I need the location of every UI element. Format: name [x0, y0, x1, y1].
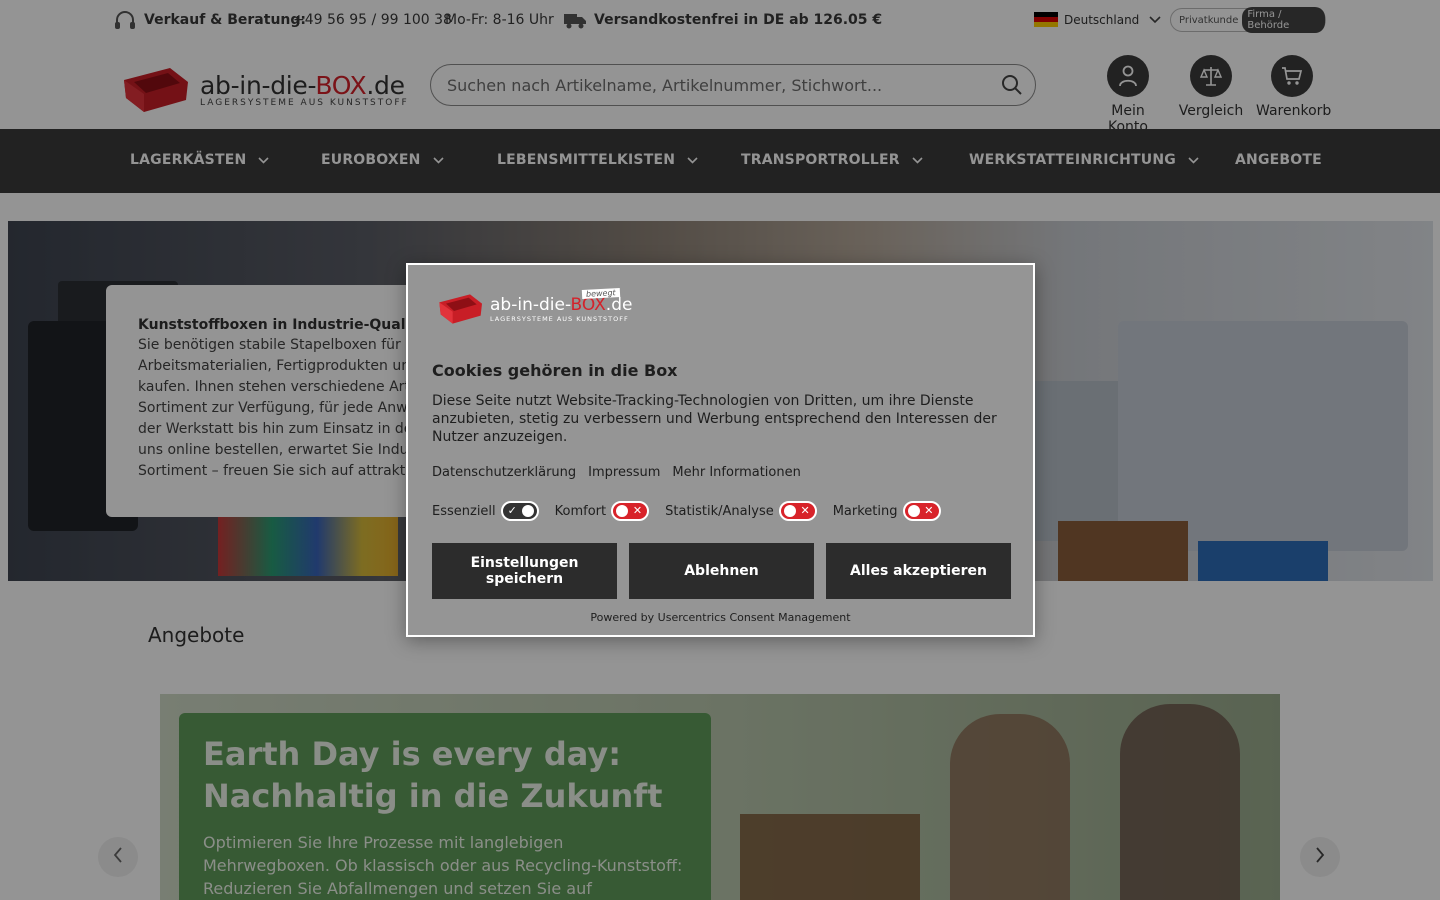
toggle-statistik-analyse[interactable]: Statistik/Analyse ✕: [665, 501, 817, 521]
toggle-label: Komfort: [554, 503, 607, 519]
toggle-label: Marketing: [832, 503, 898, 519]
imprint-link[interactable]: Impressum: [588, 465, 660, 480]
toggle-switch-off[interactable]: ✕: [778, 501, 817, 521]
cookie-dialog-description: Diese Seite nutzt Website-Tracking-Techn…: [432, 393, 997, 445]
toggle-komfort[interactable]: Komfort ✕: [554, 501, 650, 521]
deny-button[interactable]: Ablehnen: [629, 543, 814, 599]
more-info-link[interactable]: Mehr Informationen: [672, 465, 800, 480]
cookie-consent-dialog: ab-in-die-BOX.de LAGERSYSTEME AUS KUNSTS…: [406, 263, 1035, 637]
cookie-category-toggles: Essenziell ✓ Komfort ✕ Statistik/Analyse…: [432, 501, 957, 521]
cookie-dialog-title: Cookies gehören in die Box: [432, 361, 678, 380]
red-box-logo-icon: [436, 289, 484, 329]
powered-by-text: Powered by Usercentrics Consent Manageme…: [590, 611, 851, 624]
close-icon: ✕: [924, 504, 934, 517]
toggle-switch-on[interactable]: ✓: [500, 501, 539, 521]
cookie-logo-tagline: LAGERSYSTEME AUS KUNSTSTOFF: [490, 315, 629, 323]
close-icon: ✕: [632, 504, 643, 517]
accept-all-button[interactable]: Alles akzeptieren: [826, 543, 1011, 599]
toggle-switch-off[interactable]: ✕: [902, 501, 941, 521]
privacy-policy-link[interactable]: Datenschutzerklärung: [432, 465, 576, 480]
toggle-essenziell[interactable]: Essenziell ✓: [432, 501, 539, 521]
toggle-label: Statistik/Analyse: [665, 503, 774, 519]
cookie-action-buttons: Einstellungen speichern Ablehnen Alles a…: [432, 543, 1011, 599]
cookie-links: Datenschutzerklärung Impressum Mehr Info…: [432, 465, 801, 480]
save-settings-button[interactable]: Einstellungen speichern: [432, 543, 617, 599]
toggle-marketing[interactable]: Marketing ✕: [833, 501, 941, 521]
cookie-logo-wordmark: ab-in-die-BOX.de: [490, 295, 633, 315]
toggle-switch-off[interactable]: ✕: [611, 501, 650, 521]
check-icon: ✓: [507, 504, 517, 517]
close-icon: ✕: [800, 504, 810, 517]
toggle-label: Essenziell: [432, 503, 496, 519]
